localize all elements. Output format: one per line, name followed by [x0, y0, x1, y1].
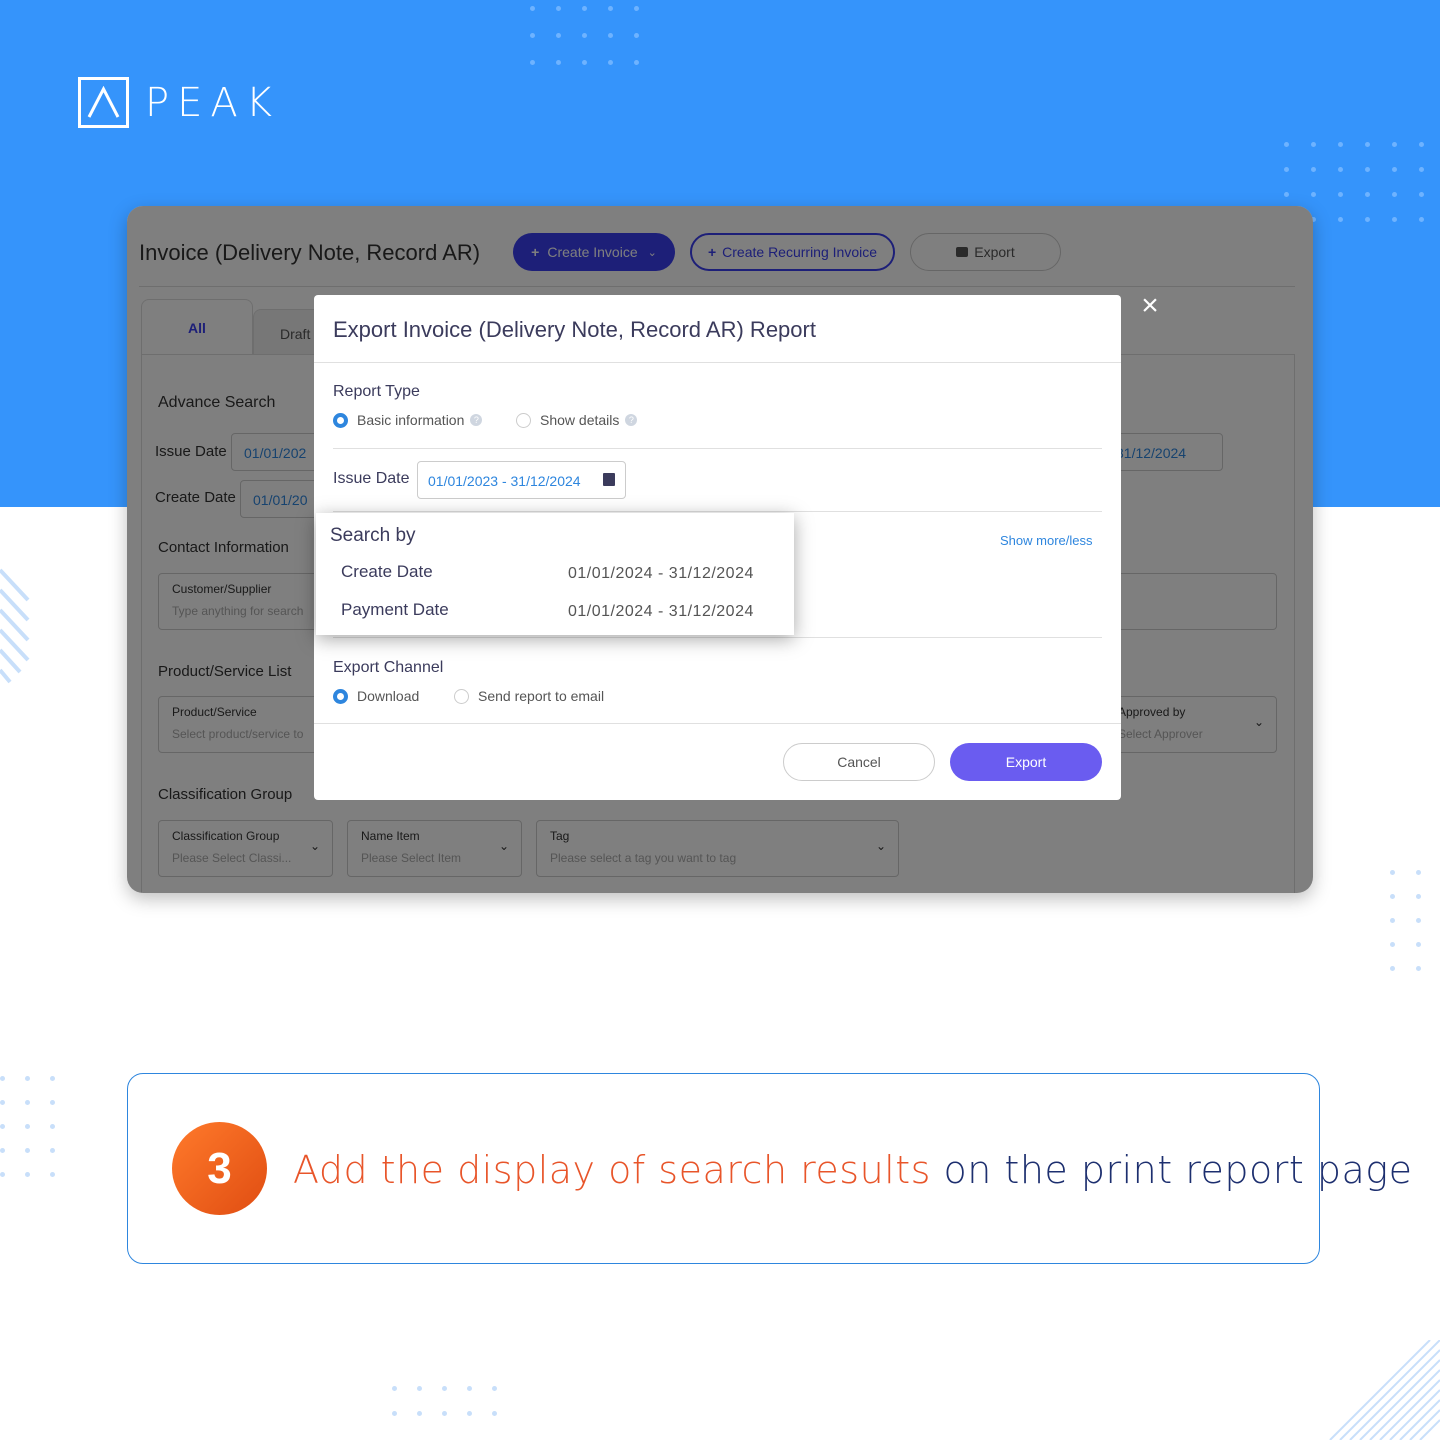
- export-button[interactable]: Export: [950, 743, 1102, 781]
- radio-unselected-icon: [516, 412, 531, 428]
- modal-issue-date-field[interactable]: 01/01/2023 - 31/12/2024: [417, 461, 626, 499]
- search-by-create-date-value: 01/01/2024 - 31/12/2024: [568, 565, 754, 582]
- search-by-payment-date-label: Payment Date: [341, 600, 449, 619]
- close-icon[interactable]: ×: [1138, 291, 1162, 321]
- radio-basic-information[interactable]: Basic information ?: [333, 412, 483, 428]
- decor-dots-bottom: [392, 1386, 517, 1416]
- export-channel-label: Export Channel: [333, 659, 444, 676]
- search-by-create-date-label: Create Date: [341, 562, 433, 581]
- decor-dots-right-lower: [1390, 870, 1440, 971]
- radio-show-details[interactable]: Show details ?: [516, 412, 638, 428]
- step-caption: Add the display of search results on the…: [293, 1148, 1412, 1192]
- step-caption-rest: on the print report page: [943, 1148, 1413, 1192]
- help-icon: ?: [470, 414, 483, 426]
- radio-basic-information-label: Basic information: [357, 412, 465, 428]
- step-number-badge: 3: [172, 1122, 267, 1215]
- modal-footer-divider: [314, 723, 1121, 724]
- modal-issue-date-label: Issue Date: [333, 470, 410, 487]
- radio-send-email[interactable]: Send report to email: [454, 688, 604, 704]
- step-caption-highlight: Add the display of search results: [293, 1148, 931, 1192]
- search-by-title: Search by: [330, 525, 416, 546]
- modal-divider: [333, 448, 1102, 449]
- modal-title: Export Invoice (Delivery Note, Record AR…: [333, 317, 816, 342]
- help-icon: ?: [625, 414, 638, 426]
- decor-stripes-bottom-right: [1329, 1340, 1440, 1440]
- decor-dots-left: [0, 1076, 75, 1177]
- radio-selected-icon: [333, 688, 348, 704]
- peak-logo-mark-icon: [78, 77, 129, 128]
- calendar-icon: [603, 473, 615, 486]
- modal-divider: [333, 637, 1102, 638]
- modal-header-divider: [314, 362, 1121, 363]
- modal-divider: [333, 511, 1102, 512]
- report-type-label: Report Type: [333, 383, 420, 400]
- search-by-panel: Search by Create Date 01/01/2024 - 31/12…: [316, 513, 794, 635]
- radio-selected-icon: [333, 412, 348, 428]
- show-more-less-link[interactable]: Show more/less: [1000, 533, 1092, 548]
- peak-logo: PEAK: [78, 77, 280, 128]
- cancel-button[interactable]: Cancel: [783, 743, 935, 781]
- decor-stripes-left: [0, 568, 30, 684]
- radio-download-label: Download: [357, 688, 420, 704]
- radio-download[interactable]: Download: [333, 688, 419, 704]
- modal-issue-date-value: 01/01/2023 - 31/12/2024: [428, 473, 581, 489]
- search-by-payment-date-value: 01/01/2024 - 31/12/2024: [568, 603, 754, 620]
- radio-send-email-label: Send report to email: [478, 688, 605, 704]
- radio-show-details-label: Show details: [540, 412, 620, 428]
- radio-unselected-icon: [454, 688, 469, 704]
- peak-logo-text: PEAK: [145, 79, 280, 126]
- decor-dots-top: [530, 6, 660, 65]
